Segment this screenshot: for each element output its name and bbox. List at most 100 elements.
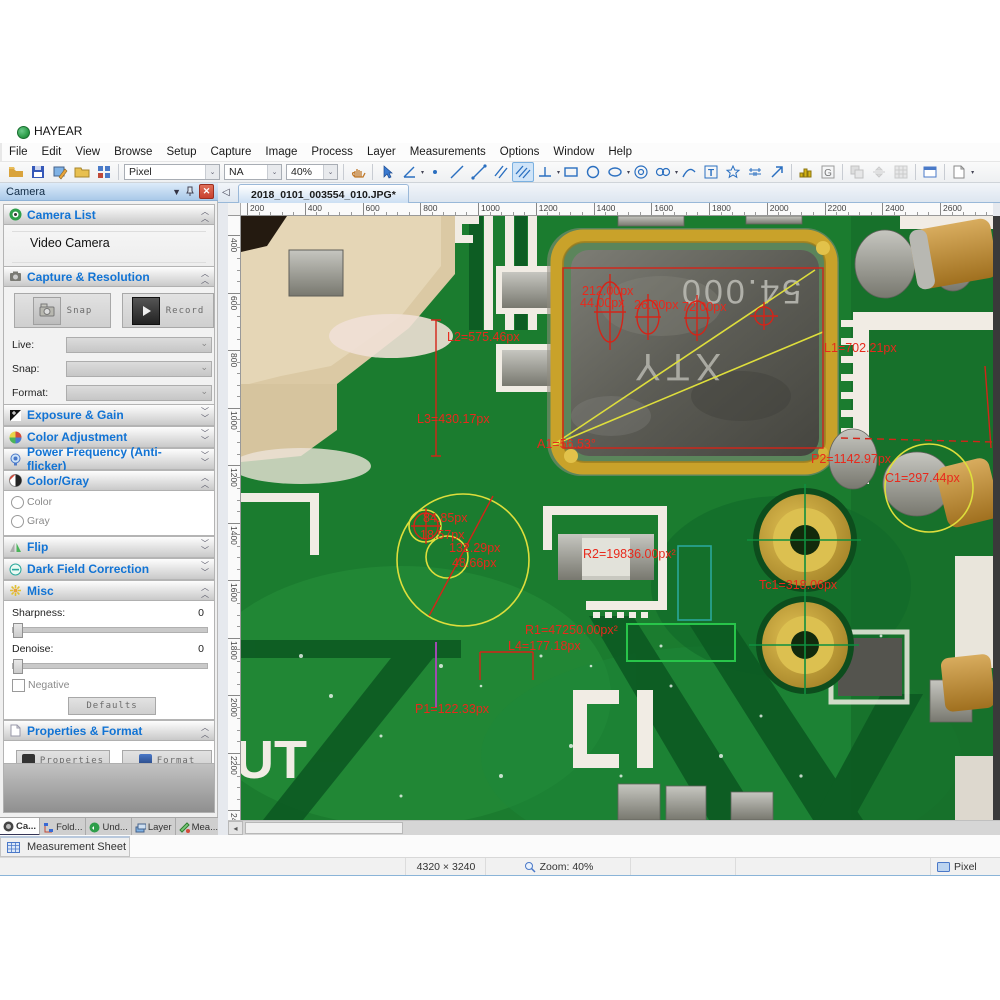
live-combo[interactable] xyxy=(66,337,212,353)
scroll-left-icon[interactable]: ◂ xyxy=(228,821,243,835)
gray-g-icon[interactable]: G xyxy=(817,162,839,182)
section-camera-list-header[interactable]: Camera List ︿ ︿ xyxy=(4,205,214,225)
link-icon[interactable] xyxy=(652,162,674,182)
menu-item-capture[interactable]: Capture xyxy=(204,146,259,158)
camera-panel-header[interactable]: Camera ▼ ✕ xyxy=(0,183,218,201)
section-flip-header[interactable]: Flip ﹀ ﹀ xyxy=(4,537,214,557)
measurement-label[interactable]: A1=56.53° xyxy=(537,437,596,451)
collapse-chevron-icon[interactable]: ︿ ︿ xyxy=(201,583,209,598)
menu-item-file[interactable]: File xyxy=(2,146,35,158)
snap-combo[interactable] xyxy=(66,361,212,377)
dropdown-arrow-icon[interactable]: ▾ xyxy=(971,169,974,176)
menu-item-view[interactable]: View xyxy=(68,146,107,158)
collapse-chevron-icon[interactable]: ︿ ︿ xyxy=(201,207,209,222)
section-dark-field-header[interactable]: Dark Field Correction ﹀ ﹀ xyxy=(4,559,214,579)
section-misc-header[interactable]: Misc ︿ ︿ xyxy=(4,581,214,601)
rect-icon[interactable] xyxy=(560,162,582,182)
measurement-label[interactable]: L3=430.17px xyxy=(417,412,490,426)
text-icon[interactable]: T xyxy=(700,162,722,182)
collapse-chevron-icon[interactable]: ︿ ︿ xyxy=(201,473,209,488)
sharpness-slider[interactable] xyxy=(12,623,208,638)
arrow-icon[interactable] xyxy=(766,162,788,182)
chevron-down-icon[interactable]: ⌄ xyxy=(205,165,219,179)
measurement-label[interactable]: 26.00px xyxy=(634,298,678,312)
perpendicular-icon[interactable] xyxy=(534,162,556,182)
menu-item-edit[interactable]: Edit xyxy=(35,146,69,158)
circle-icon[interactable] xyxy=(582,162,604,182)
stitch-icon[interactable] xyxy=(846,162,868,182)
parallel-icon[interactable] xyxy=(490,162,512,182)
measurement-label[interactable]: R2=19836.00px² xyxy=(583,547,676,561)
new-doc-icon[interactable] xyxy=(948,162,970,182)
section-exposure-gain-header[interactable]: Exposure & Gain ﹀ ﹀ xyxy=(4,405,214,425)
image-viewport[interactable]: UT 54.000 XTY 212.00px 44.00px 26.00px 7… xyxy=(241,216,993,820)
measurement-label[interactable]: 84.85px xyxy=(423,511,467,525)
measurement-label[interactable]: Tc1=318.06px xyxy=(759,578,837,592)
menu-item-image[interactable]: Image xyxy=(258,146,304,158)
panel-tab-mea[interactable]: Mea... xyxy=(175,818,222,836)
tab-nav-left-icon[interactable]: ◁ xyxy=(222,187,230,198)
concentric-icon[interactable] xyxy=(630,162,652,182)
menu-item-help[interactable]: Help xyxy=(601,146,639,158)
section-power-frequency-header[interactable]: Power Frequency (Anti-flicker) ﹀ ﹀ xyxy=(4,445,214,473)
open-icon[interactable] xyxy=(5,162,27,182)
snap-button[interactable]: Snap xyxy=(14,293,111,328)
hand-icon[interactable] xyxy=(347,162,369,182)
video-camera-item[interactable]: Video Camera xyxy=(30,236,110,250)
menu-item-measurements[interactable]: Measurements xyxy=(403,146,493,158)
measurement-label[interactable]: P1=122.33px xyxy=(415,702,489,716)
sharpness-slider-thumb[interactable] xyxy=(13,623,23,638)
gray-radio[interactable] xyxy=(11,515,24,528)
format-combo[interactable] xyxy=(66,385,212,401)
defaults-button[interactable]: Defaults xyxy=(68,697,156,715)
record-button[interactable]: Record xyxy=(122,293,214,328)
scrollbar-thumb[interactable] xyxy=(245,822,403,834)
dof-icon[interactable] xyxy=(890,162,912,182)
histogram-icon[interactable] xyxy=(795,162,817,182)
measurement-label[interactable]: 18.57px xyxy=(420,528,464,542)
window-icon[interactable] xyxy=(919,162,941,182)
unit-combo[interactable]: Pixel ⌄ xyxy=(124,164,220,180)
panel-tab-layer[interactable]: Layer xyxy=(131,818,176,836)
chevron-down-icon[interactable]: ⌄ xyxy=(323,165,337,179)
arc-icon[interactable] xyxy=(678,162,700,182)
expand-chevron-icon[interactable]: ﹀ ﹀ xyxy=(201,452,209,467)
scale-icon[interactable] xyxy=(744,162,766,182)
color-radio[interactable] xyxy=(11,496,24,509)
browse-icon[interactable] xyxy=(93,162,115,182)
menu-item-process[interactable]: Process xyxy=(304,146,360,158)
menu-item-setup[interactable]: Setup xyxy=(159,146,203,158)
panel-tab-ca[interactable]: Ca... xyxy=(0,818,41,836)
measurement-label[interactable]: 48.66px xyxy=(452,556,496,570)
menu-item-layer[interactable]: Layer xyxy=(360,146,403,158)
expand-chevron-icon[interactable]: ﹀ ﹀ xyxy=(201,562,209,577)
select-icon[interactable] xyxy=(376,162,398,182)
collapse-chevron-icon[interactable]: ︿ ︿ xyxy=(201,723,209,738)
measurement-label[interactable]: L4=177.18px xyxy=(508,639,581,653)
expand-chevron-icon[interactable]: ﹀ ﹀ xyxy=(201,540,209,555)
menu-item-browse[interactable]: Browse xyxy=(107,146,159,158)
line-icon[interactable] xyxy=(446,162,468,182)
section-color-adjustment-header[interactable]: Color Adjustment ﹀ ﹀ xyxy=(4,427,214,447)
zoom-combo[interactable]: 40% ⌄ xyxy=(286,164,338,180)
measurement-label[interactable]: 72.00px xyxy=(682,300,726,314)
pin-icon[interactable] xyxy=(185,186,195,198)
expand-chevron-icon[interactable]: ﹀ ﹀ xyxy=(201,430,209,445)
measurement-label[interactable]: 44.00px xyxy=(580,296,624,310)
folder-icon[interactable] xyxy=(71,162,93,182)
measurement-label[interactable]: P2=1142.97px xyxy=(811,452,891,466)
panel-close-icon[interactable]: ✕ xyxy=(199,184,214,199)
measurement-label[interactable]: 132.29px xyxy=(449,541,500,555)
negative-checkbox[interactable] xyxy=(12,679,25,692)
save-icon[interactable] xyxy=(27,162,49,182)
panel-tab-fold[interactable]: Fold... xyxy=(40,818,87,836)
edit-image-icon[interactable] xyxy=(49,162,71,182)
section-properties-format-header[interactable]: Properties & Format ︿ ︿ xyxy=(4,721,214,741)
menu-item-window[interactable]: Window xyxy=(546,146,601,158)
measurement-label[interactable]: R1=47250.00px² xyxy=(525,623,618,637)
vertical-scrollbar[interactable] xyxy=(993,216,1000,820)
denoise-slider-thumb[interactable] xyxy=(13,659,23,674)
document-tab[interactable]: 2018_0101_003554_010.JPG* xyxy=(238,184,409,204)
angle-icon[interactable] xyxy=(398,162,420,182)
measurement-label[interactable]: L2=575.46px xyxy=(447,330,520,344)
